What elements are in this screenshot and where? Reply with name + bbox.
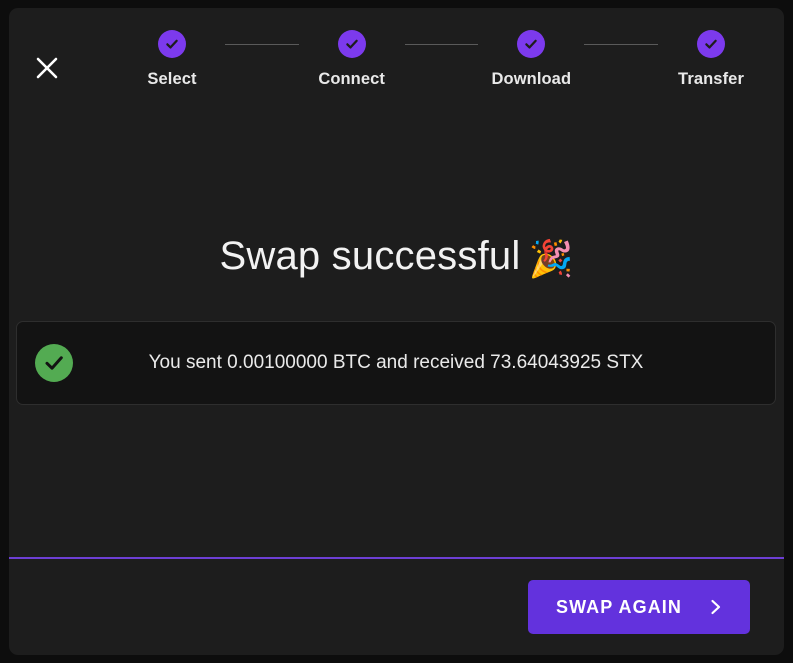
stepper-connector: [584, 43, 659, 45]
dialog-header: Select Connect Download Transfer: [9, 8, 784, 120]
page-title-text: Swap successful: [219, 234, 521, 278]
swap-result-message: You sent 0.00100000 BTC and received 73.…: [148, 352, 644, 373]
chevron-right-icon: [708, 597, 724, 617]
check-icon: [703, 36, 719, 52]
swap-again-button[interactable]: SWAP AGAIN: [527, 580, 750, 634]
stepper-step-transfer[interactable]: Transfer: [658, 30, 764, 89]
stepper-step-select[interactable]: Select: [119, 30, 225, 89]
party-popper-icon: 🎉: [528, 238, 574, 279]
page-title: Swap successful 🎉: [9, 236, 784, 277]
stepper-step-connect[interactable]: Connect: [299, 30, 405, 89]
stepper-step-label: Select: [147, 70, 197, 88]
swap-again-button-label: SWAP AGAIN: [555, 596, 682, 617]
swap-result-banner: You sent 0.00100000 BTC and received 73.…: [16, 321, 776, 405]
close-icon: [34, 55, 60, 81]
check-icon: [344, 36, 360, 52]
step-circle-complete: [158, 30, 186, 58]
stepper-step-label: Download: [491, 70, 572, 88]
stepper-step-download[interactable]: Download: [478, 30, 584, 89]
progress-stepper: Select Connect Download Transfer: [119, 30, 764, 110]
stepper-step-label: Transfer: [678, 70, 744, 88]
close-button[interactable]: [30, 51, 64, 85]
swap-success-dialog: Select Connect Download Transfer Swap su…: [9, 8, 784, 655]
dialog-footer: SWAP AGAIN: [9, 559, 784, 655]
step-circle-complete: [697, 30, 726, 58]
check-circle-icon: [35, 344, 73, 382]
dialog-body: Swap successful 🎉 You sent 0.00100000 BTC…: [9, 120, 784, 557]
stepper-connector: [225, 43, 299, 45]
stepper-connector: [404, 43, 479, 45]
step-circle-complete: [517, 30, 546, 58]
stepper-step-label: Connect: [318, 70, 386, 88]
check-icon: [164, 36, 180, 52]
step-circle-complete: [337, 30, 366, 58]
check-icon: [523, 36, 539, 52]
